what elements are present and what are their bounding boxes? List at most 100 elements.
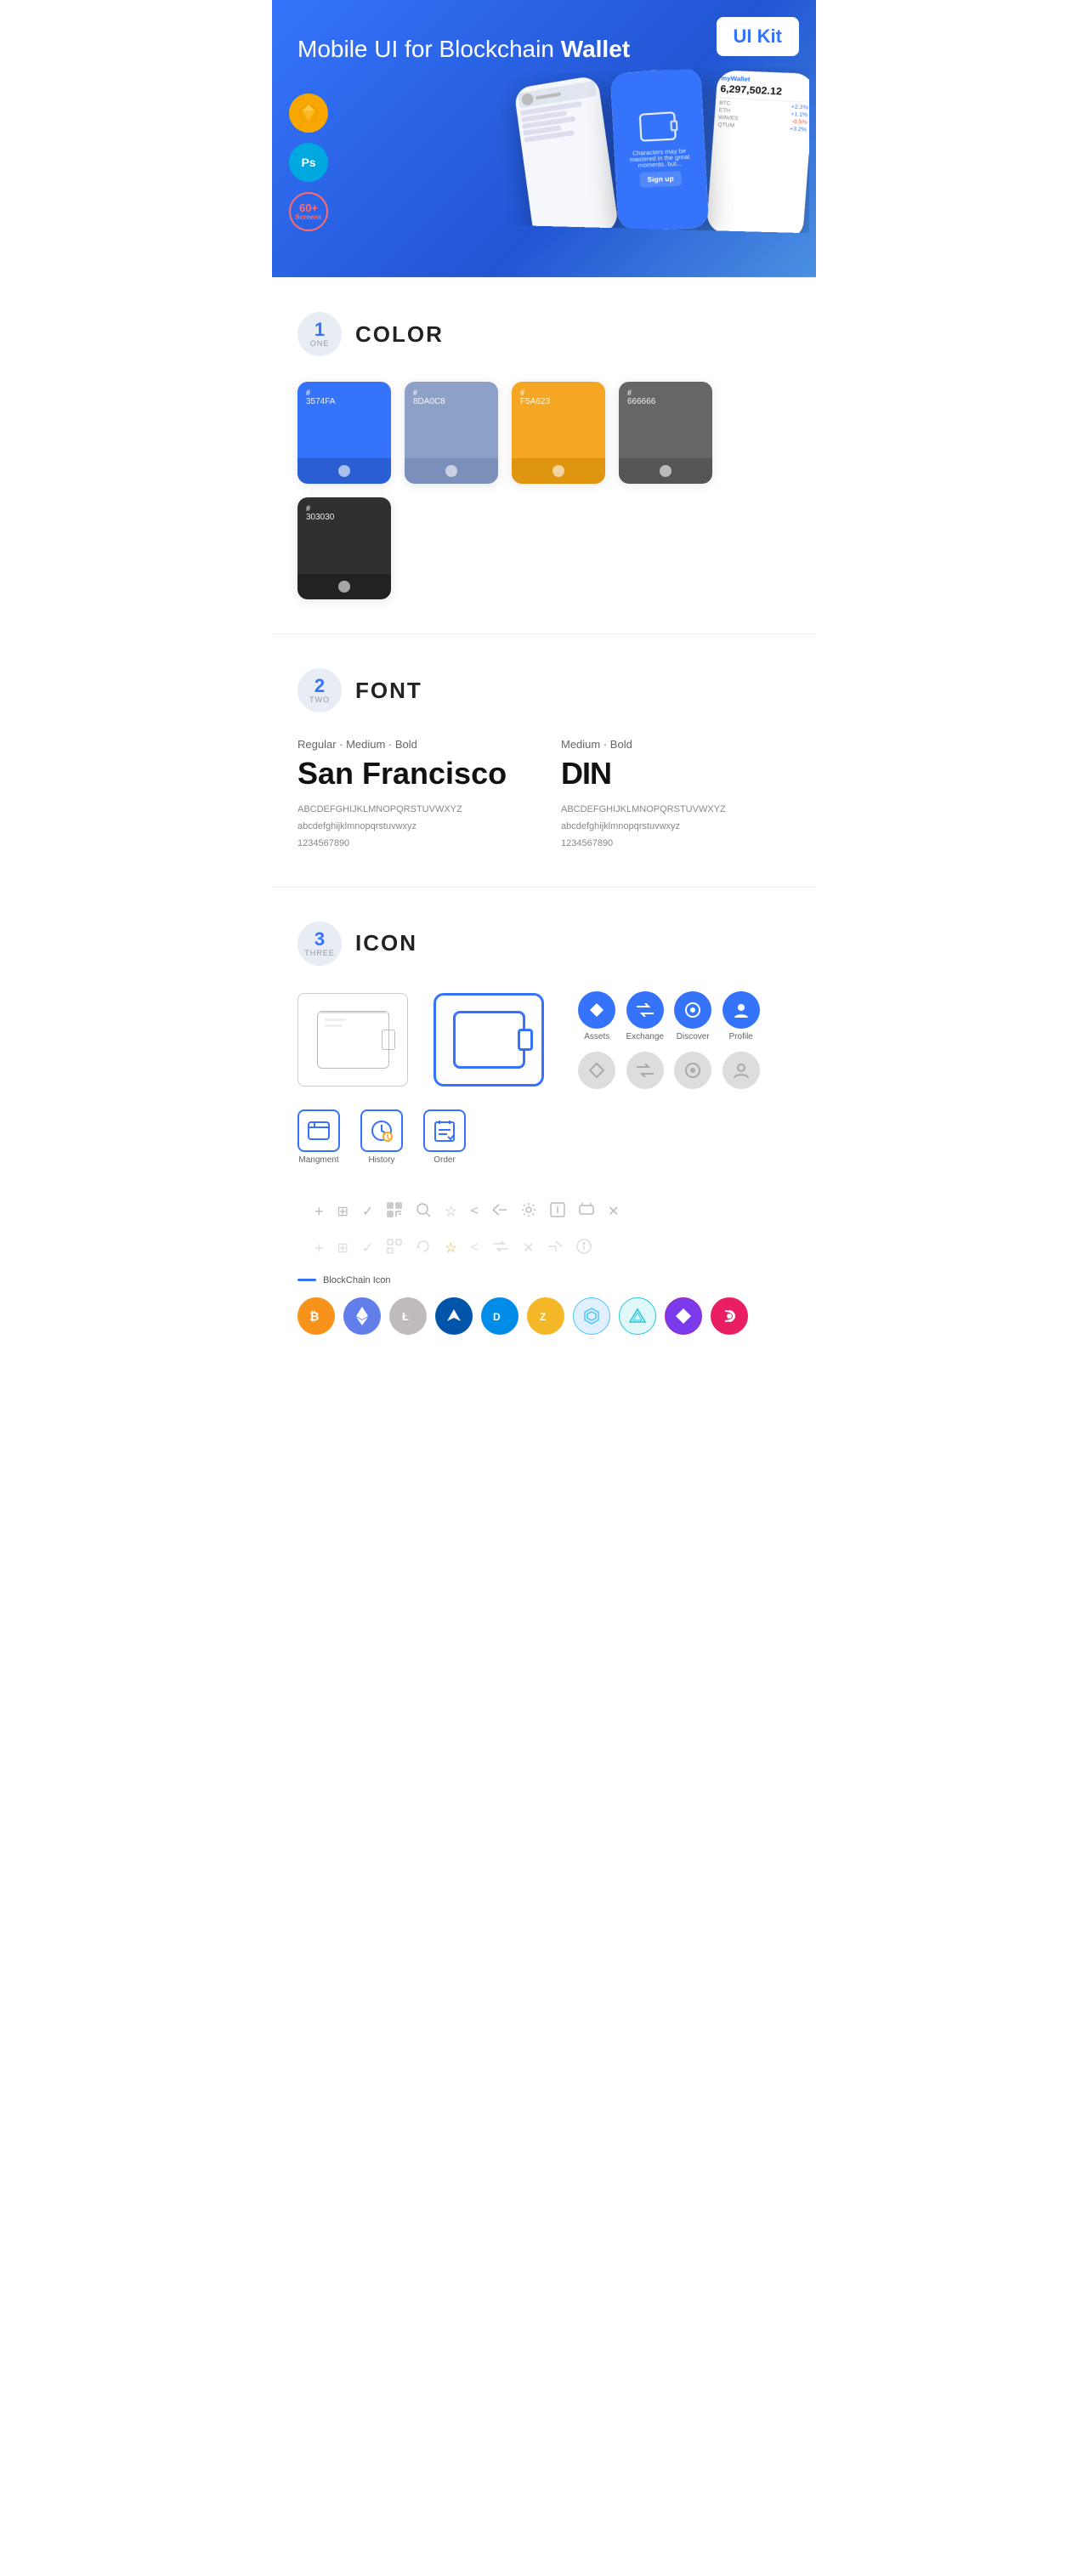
zec-icon: Z [527, 1297, 564, 1335]
fonts-grid: Regular · Medium · Bold San Francisco AB… [298, 738, 790, 852]
check-icon: ✓ [362, 1203, 373, 1220]
blockchain-line [298, 1279, 316, 1281]
profile-icon [722, 991, 760, 1029]
settings-icon [521, 1202, 536, 1222]
discover-label: Discover [677, 1032, 710, 1041]
fun-icon [711, 1297, 748, 1335]
misc-icons-block: + ⊞ ✓ ☆ < [314, 1189, 619, 1258]
chevron-left-icon: < [471, 1204, 479, 1219]
exchange-label: Exchange [626, 1032, 663, 1041]
assets-label: Assets [584, 1032, 609, 1041]
order-label: Order [434, 1155, 456, 1165]
font-sf-upper: ABCDEFGHIJKLMNOPQRSTUVWXYZ [298, 802, 527, 819]
svg-text:D: D [493, 1311, 501, 1323]
star-icon: ☆ [445, 1203, 456, 1220]
font-section-number: 2 TWO [298, 668, 342, 712]
qr-icon [387, 1202, 402, 1222]
font-sf-meta: Regular · Medium · Bold [298, 738, 527, 751]
blockchain-label-row: BlockChain Icon [298, 1275, 790, 1285]
color-title: COLOR [355, 321, 444, 348]
history-icon [360, 1109, 403, 1152]
color-swatches: # 3574FA # 8DA0C8 # F5A623 # 666666 [298, 382, 790, 599]
blockchain-label: BlockChain Icon [323, 1275, 391, 1285]
nav-icons-grid: Assets Exchange Discover [578, 991, 760, 1089]
check-icon-2: ✓ [362, 1240, 373, 1257]
profile-icon-item: Profile [722, 991, 759, 1041]
search-icon [416, 1202, 431, 1222]
profile-outline-icon [722, 1052, 760, 1089]
waves-icon [435, 1297, 473, 1335]
icon-section-number: 3 THREE [298, 922, 342, 966]
sky-icon [619, 1297, 656, 1335]
dash-icon: D [481, 1297, 518, 1335]
ltc-icon: Ł [389, 1297, 427, 1335]
icon-title: ICON [355, 930, 417, 956]
assets-outline-icon-item [578, 1052, 615, 1089]
wallet-blueprint-icon [298, 993, 408, 1087]
order-icon-item: Order [423, 1109, 466, 1165]
font-din-upper: ABCDEFGHIJKLMNOPQRSTUVWXYZ [561, 802, 790, 819]
misc-icons-row1: + ⊞ ✓ ☆ < [314, 1202, 619, 1222]
color-section-number: 1 ONE [298, 312, 342, 356]
discover-icon [674, 991, 711, 1029]
profile-outline-icon-item [722, 1052, 759, 1089]
history-label: History [368, 1155, 394, 1165]
eth-icon [343, 1297, 381, 1335]
assets-outline-icon [578, 1052, 615, 1089]
refresh-icon [416, 1239, 431, 1258]
hero-section: Mobile UI for Blockchain Wallet UI Kit P… [272, 0, 816, 277]
phone-mockups: Characters may be mastered in the great … [320, 66, 809, 233]
font-sf-lower: abcdefghijklmnopqrstuvwxyz [298, 819, 527, 836]
management-icon-item: Mangment [298, 1109, 340, 1165]
swatch-orange: # F5A623 [512, 382, 605, 484]
grid-icon-2: ⊞ [337, 1240, 348, 1257]
color-header: 1 ONE COLOR [298, 312, 790, 356]
swatch-dark: # 303030 [298, 497, 391, 599]
arrows-icon [492, 1240, 509, 1257]
plus-icon-2: + [314, 1240, 324, 1257]
share-icon [492, 1203, 507, 1221]
exchange-outline-icon [626, 1052, 664, 1089]
plus-icon: + [314, 1203, 324, 1221]
swatch-grey: # 666666 [619, 382, 712, 484]
assets-icon [578, 991, 615, 1029]
grid-icon: ⊞ [337, 1203, 348, 1220]
info-icon [576, 1239, 592, 1258]
font-din-meta: Medium · Bold [561, 738, 790, 751]
btc-icon: ₿ [298, 1297, 335, 1335]
exchange-icon [626, 991, 664, 1029]
swatch-blue: # 3574FA [298, 382, 391, 484]
forward-icon [547, 1240, 563, 1257]
icon-header: 3 THREE ICON [298, 922, 790, 966]
misc-icons-row2: + ⊞ ✓ ☆ < [314, 1239, 619, 1258]
font-sf: Regular · Medium · Bold San Francisco AB… [298, 738, 527, 852]
qr-icon-2 [387, 1239, 402, 1258]
ui-kit-badge: UI Kit [717, 17, 799, 56]
profile-label: Profile [729, 1032, 753, 1041]
swatch-slate: # 8DA0C8 [405, 382, 498, 484]
discover-outline-icon [674, 1052, 711, 1089]
exchange-outline-icon-item [626, 1052, 663, 1089]
crypto-icons-row: ₿ Ł D [298, 1297, 790, 1335]
discover-outline-icon-item [674, 1052, 711, 1089]
management-label: Mangment [298, 1155, 338, 1165]
x-icon: ✕ [523, 1240, 534, 1257]
history-icon-item: History [360, 1109, 403, 1165]
upload-icon [550, 1202, 565, 1222]
expand-icon [579, 1202, 594, 1222]
assets-icon-item: Assets [578, 991, 615, 1041]
font-title: FONT [355, 678, 422, 704]
icon-middle-row: Mangment History [298, 1109, 790, 1258]
chevron-left-icon-2: < [471, 1240, 479, 1256]
management-icon [298, 1109, 340, 1152]
star-icon-yellow: ☆ [445, 1240, 456, 1257]
svg-text:₿: ₿ [309, 1309, 319, 1323]
font-section: 2 TWO FONT Regular · Medium · Bold San F… [272, 634, 816, 886]
close-icon: ✕ [608, 1203, 619, 1220]
font-sf-nums: 1234567890 [298, 836, 527, 853]
color-section: 1 ONE COLOR # 3574FA # 8DA0C8 # F5A623 [272, 278, 816, 633]
icon-top-row: Assets Exchange Discover [298, 991, 790, 1089]
exchange-icon-item: Exchange [626, 991, 663, 1041]
grid-icon [573, 1297, 610, 1335]
poe-icon [665, 1297, 702, 1335]
